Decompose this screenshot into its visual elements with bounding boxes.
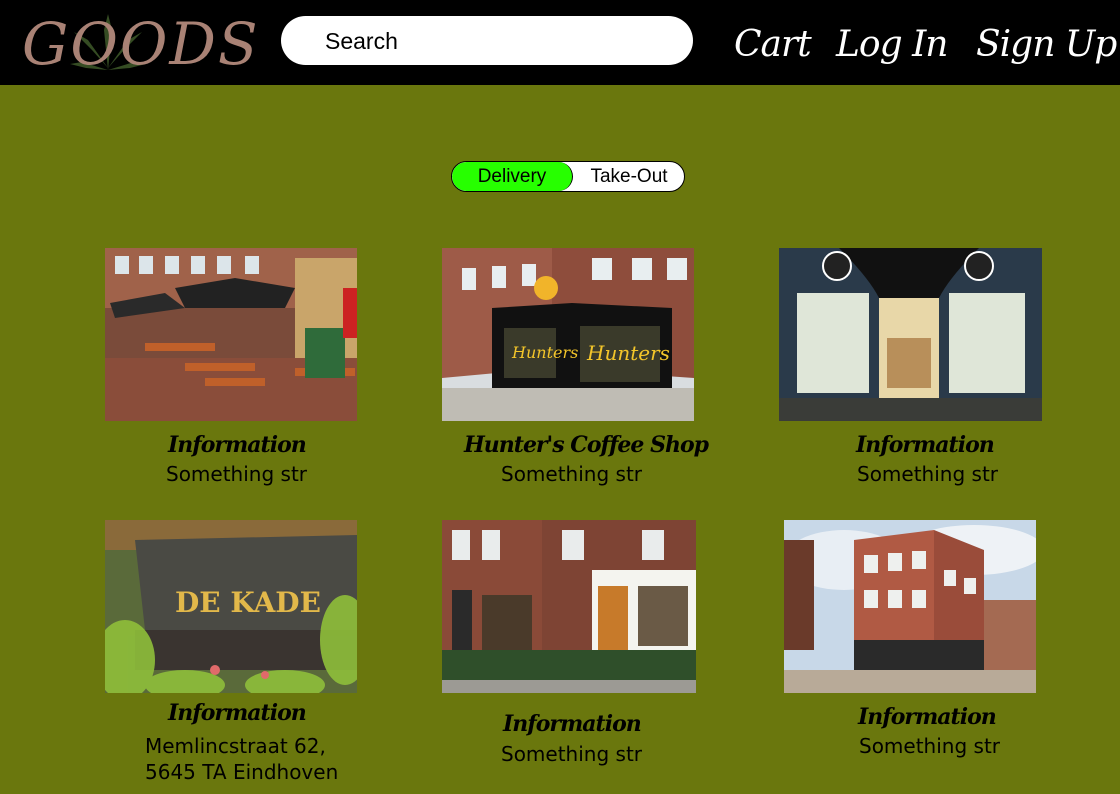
card-subtitle: Something str [859,734,1001,758]
search-input[interactable]: Search [325,28,398,55]
card-image-street-corner[interactable] [784,520,1036,693]
card-address-line-1: Memlincstraat 62, [145,734,326,758]
card-title: Information [503,711,642,737]
delivery-takeout-toggle[interactable]: Delivery Take-Out [451,161,685,192]
card-image-hunters[interactable]: Hunters Hunters [442,248,694,421]
card-title: Information [856,432,995,458]
card-subtitle: Something str [501,462,643,486]
card-image-terrace[interactable] [105,248,357,421]
card-image-de-kade[interactable]: DE KADE [105,520,357,693]
card-title: Information [858,704,997,730]
card-subtitle: Something str [166,462,308,486]
corner-cafe-photo [442,520,696,693]
card-address-line-2: 5645 TA Eindhoven [145,760,339,784]
takeout-option[interactable]: Take-Out [573,162,684,191]
svg-text:DE KADE: DE KADE [175,586,321,619]
signup-link[interactable]: Sign Up [976,20,1117,70]
de-kade-photo: DE KADE [105,520,357,693]
goods-logo[interactable]: GOODS [20,10,258,80]
terrace-photo [105,248,357,421]
card-title: Information [168,432,307,458]
search-bar[interactable]: Search [281,16,693,65]
card-subtitle: Something str [857,462,999,486]
svg-text:Hunters: Hunters [511,343,578,362]
logo-text: GOODS [22,10,260,78]
street-corner-photo [784,520,1036,693]
card-image-shopfront-night[interactable] [779,248,1042,421]
card-image-corner-cafe[interactable] [442,520,696,693]
svg-text:Hunters: Hunters [586,341,670,365]
card-subtitle: Something str [501,742,643,766]
delivery-option[interactable]: Delivery [452,162,573,191]
top-navigation-bar: GOODS Search Cart Log In Sign Up [0,0,1120,85]
card-title: Hunter's Coffee Shop [464,432,709,458]
hunters-photo: Hunters Hunters [442,248,694,421]
cart-link[interactable]: Cart [734,20,812,70]
card-title: Information [168,700,307,726]
shopfront-night-photo [779,248,1042,421]
login-link[interactable]: Log In [836,20,948,70]
